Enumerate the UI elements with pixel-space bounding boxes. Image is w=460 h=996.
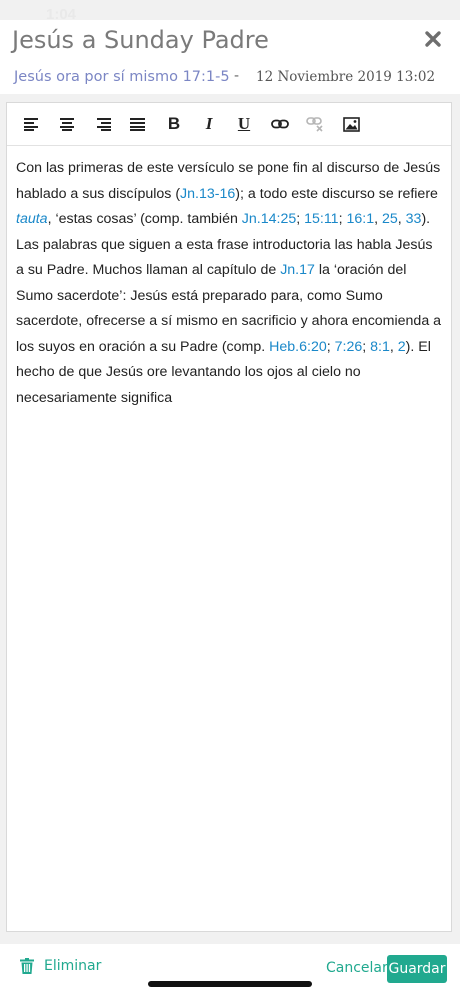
delete-label: Eliminar bbox=[44, 958, 102, 974]
note-meta: Jesús ora por sí mismo 17:1-5 - 12 Novie… bbox=[0, 64, 460, 94]
italic-term: tauta bbox=[16, 211, 48, 227]
align-left-icon bbox=[24, 118, 38, 131]
passage-link[interactable]: Jesús ora por sí mismo 17:1-5 bbox=[14, 69, 230, 85]
remove-link-button[interactable] bbox=[305, 114, 325, 134]
align-justify-icon bbox=[130, 118, 145, 131]
italic-button[interactable]: I bbox=[199, 114, 219, 134]
image-icon bbox=[342, 116, 360, 132]
unlink-icon bbox=[306, 117, 323, 132]
note-editor[interactable]: B I U Con las primeras de este versículo… bbox=[6, 102, 452, 932]
ref-link[interactable]: 16:1 bbox=[346, 211, 374, 227]
ref-link[interactable]: 8:1 bbox=[370, 339, 390, 355]
align-center-button[interactable] bbox=[57, 114, 77, 134]
align-right-button[interactable] bbox=[93, 114, 113, 134]
align-left-button[interactable] bbox=[22, 114, 42, 134]
insert-image-button[interactable] bbox=[341, 114, 361, 134]
align-justify-button[interactable] bbox=[128, 114, 148, 134]
save-button[interactable]: Guardar bbox=[387, 955, 447, 983]
delete-button[interactable]: Eliminar bbox=[20, 958, 101, 974]
ref-link[interactable]: 2 bbox=[398, 339, 406, 355]
page-title: Jesús a Sunday Padre bbox=[12, 26, 269, 54]
formatting-toolbar: B I U bbox=[7, 103, 451, 146]
trash-icon bbox=[20, 958, 34, 974]
ref-link[interactable]: 15:11 bbox=[304, 211, 338, 227]
ref-link[interactable]: 25 bbox=[382, 211, 398, 227]
insert-link-button[interactable] bbox=[270, 114, 290, 134]
bold-button[interactable]: B bbox=[164, 114, 184, 134]
close-button[interactable] bbox=[424, 30, 442, 48]
header: Jesús a Sunday Padre bbox=[0, 20, 460, 64]
footer-bar: Eliminar Cancelar Guardar bbox=[0, 944, 460, 996]
link-icon bbox=[271, 119, 289, 129]
align-right-icon bbox=[97, 118, 111, 131]
ref-link[interactable]: 33 bbox=[406, 211, 422, 227]
ref-link[interactable]: Jn.17 bbox=[280, 262, 315, 278]
home-indicator bbox=[148, 981, 312, 987]
ref-link[interactable]: Heb.6:20 bbox=[269, 339, 327, 355]
note-date: 12 Noviembre 2019 13:02 bbox=[256, 69, 436, 85]
cancel-button[interactable]: Cancelar bbox=[326, 960, 388, 976]
note-body[interactable]: Con las primeras de este versículo se po… bbox=[7, 146, 451, 411]
align-center-icon bbox=[60, 118, 74, 131]
underline-button[interactable]: U bbox=[234, 114, 254, 134]
meta-separator: - bbox=[234, 68, 240, 84]
note-paragraph: Con las primeras de este versículo se po… bbox=[16, 160, 442, 406]
close-icon bbox=[425, 31, 441, 47]
ref-link[interactable]: Jn.14:25 bbox=[242, 211, 296, 227]
ref-link[interactable]: Jn.13-16 bbox=[180, 186, 235, 202]
ref-link[interactable]: 7:26 bbox=[335, 339, 363, 355]
